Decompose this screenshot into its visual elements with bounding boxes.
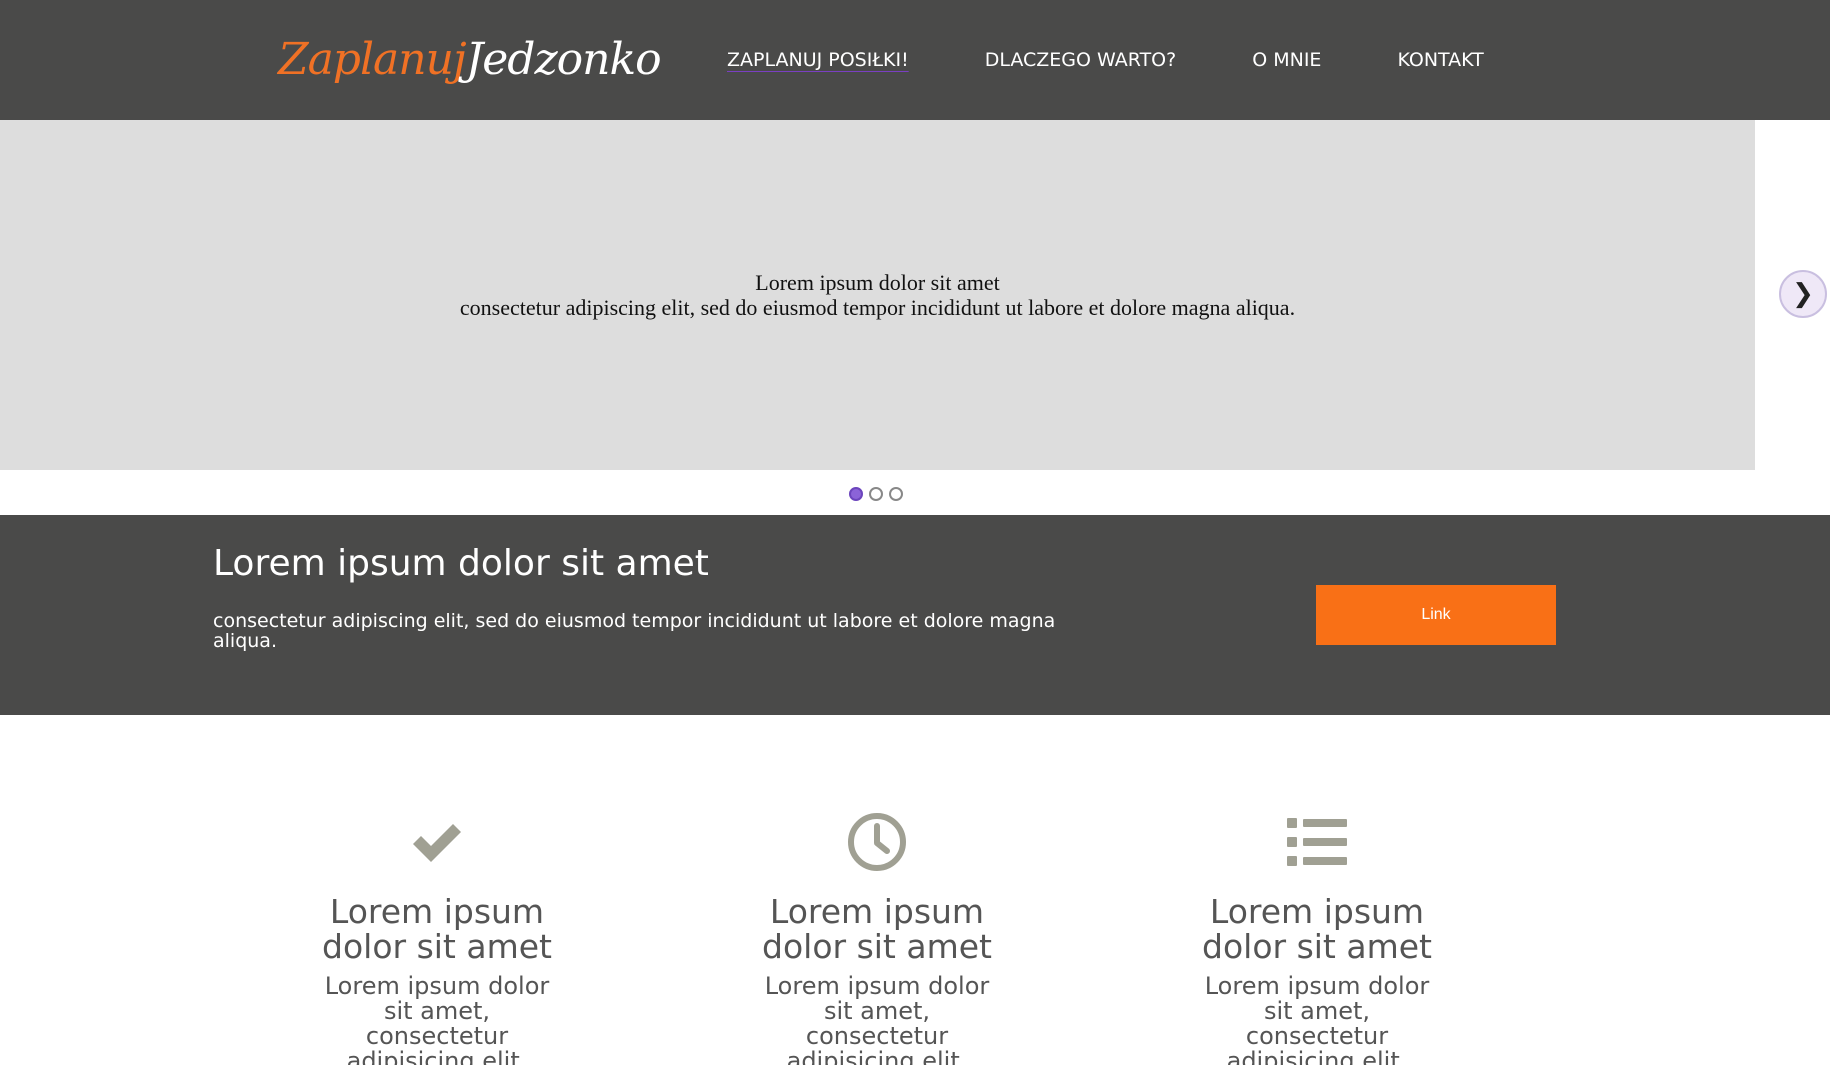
slider-next-button[interactable]: ❯: [1779, 270, 1827, 318]
nav-item-why-worth[interactable]: DLACZEGO WARTO?: [985, 49, 1177, 71]
list-icon: [1287, 818, 1347, 866]
feature-card-3: Lorem ipsum dolor sit amet Lorem ipsum d…: [1147, 810, 1487, 1065]
site-logo[interactable]: ZaplanujJedzonko: [278, 20, 662, 100]
slide-heading: Lorem ipsum dolor sit amet: [755, 270, 1000, 295]
logo-part2: Jedzonko: [465, 34, 662, 85]
nav-item-contact[interactable]: KONTAKT: [1397, 49, 1483, 71]
feature-card-2: Lorem ipsum dolor sit amet Lorem ipsum d…: [707, 810, 1047, 1065]
feature-title: Lorem ipsum dolor sit amet: [1202, 892, 1432, 966]
feature-text: Lorem ipsum dolor sit amet, consectetur …: [324, 972, 550, 1065]
nav-item-plan-meals[interactable]: ZAPLANUJ POSIŁKI!: [727, 49, 909, 71]
cta-text: consectetur adipiscing elit, sed do eius…: [213, 610, 1056, 652]
slider-dot-2[interactable]: [869, 487, 883, 501]
feature-text: Lorem ipsum dolor sit amet, consectetur …: [1204, 972, 1430, 1065]
chevron-right-icon: ❯: [1792, 279, 1814, 309]
checkmark-icon: [413, 824, 461, 862]
feature-text: Lorem ipsum dolor sit amet, consectetur …: [764, 972, 990, 1065]
clock-icon: [848, 813, 906, 871]
nav-item-about-me[interactable]: O MNIE: [1252, 49, 1321, 71]
cta-link-button[interactable]: Link: [1316, 585, 1556, 645]
logo-part1: Zaplanuj: [278, 34, 467, 85]
cta-section: Lorem ipsum dolor sit amet consectetur a…: [0, 515, 1830, 715]
slider-dot-3[interactable]: [889, 487, 903, 501]
hero-slide: Lorem ipsum dolor sit amet consectetur a…: [0, 120, 1755, 470]
slider-dot-1[interactable]: [849, 487, 863, 501]
feature-title: Lorem ipsum dolor sit amet: [762, 892, 992, 966]
site-header: ZaplanujJedzonko ZAPLANUJ POSIŁKI! DLACZ…: [0, 0, 1830, 120]
cta-title: Lorem ipsum dolor sit amet: [213, 543, 709, 584]
page: ZaplanujJedzonko ZAPLANUJ POSIŁKI! DLACZ…: [0, 0, 1830, 1065]
main-nav: ZAPLANUJ POSIŁKI! DLACZEGO WARTO? O MNIE…: [727, 0, 1484, 120]
feature-title: Lorem ipsum dolor sit amet: [322, 892, 552, 966]
slide-subtext: consectetur adipiscing elit, sed do eius…: [459, 295, 1296, 320]
slider-pagination: [849, 487, 903, 501]
feature-card-1: Lorem ipsum dolor sit amet Lorem ipsum d…: [267, 810, 607, 1065]
